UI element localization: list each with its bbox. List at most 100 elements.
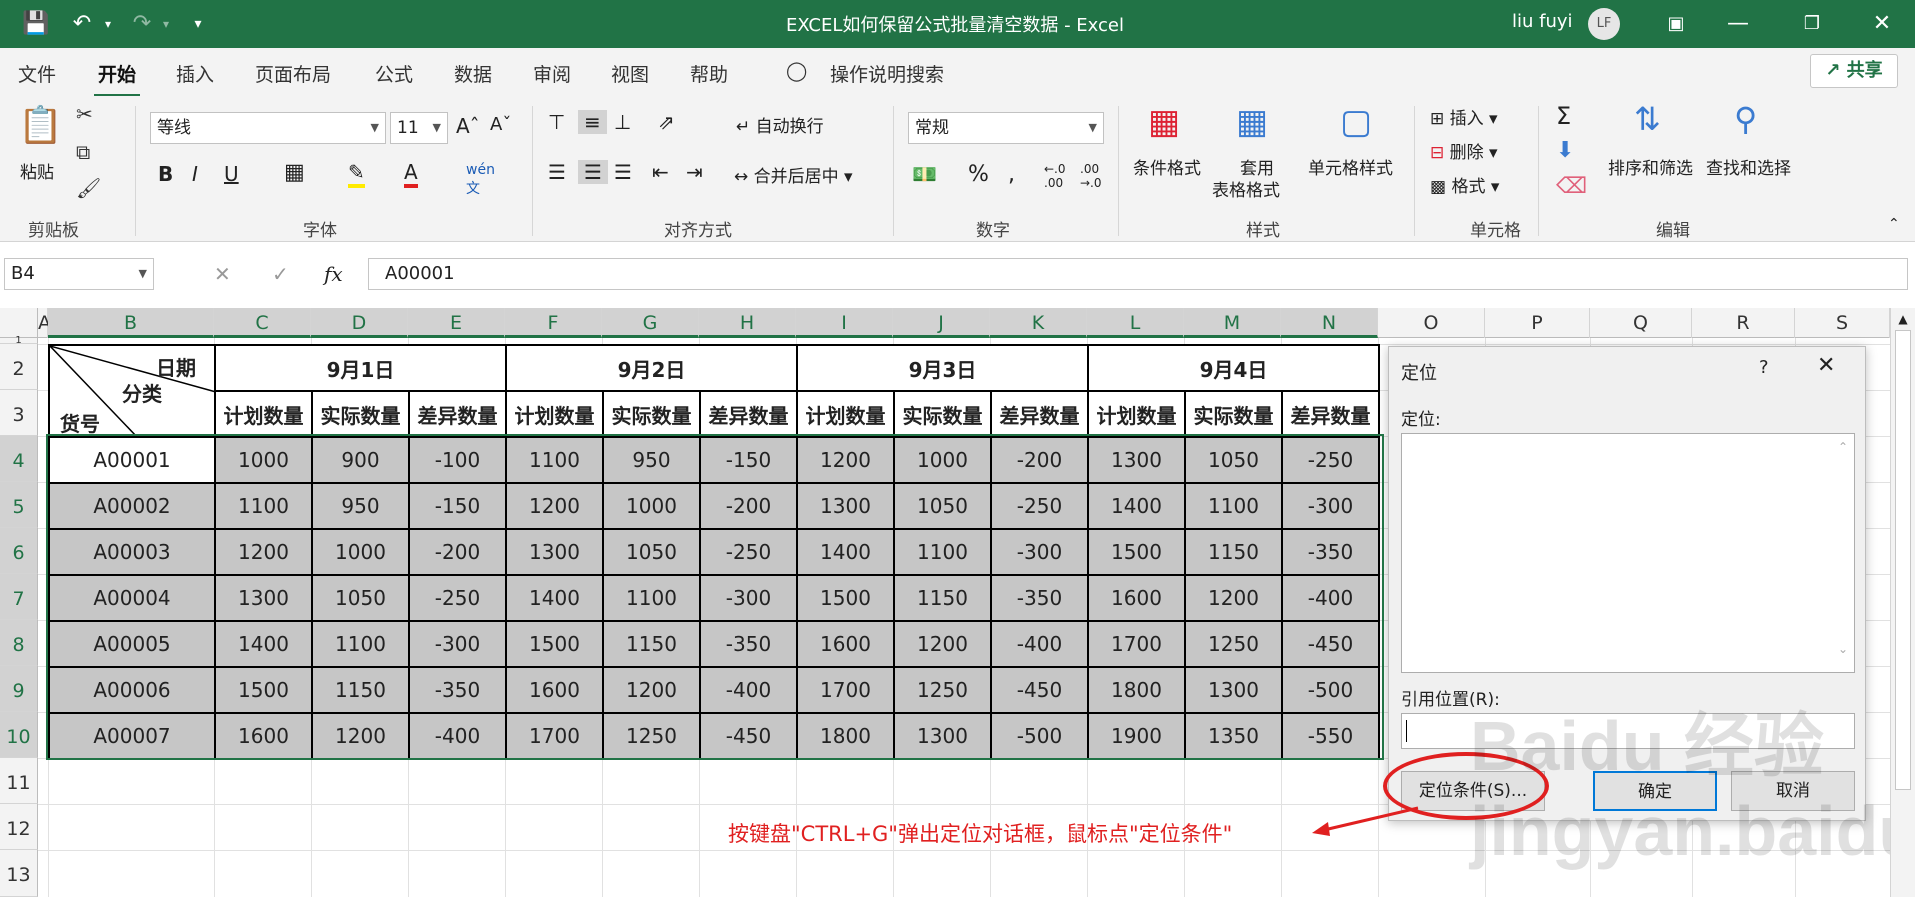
data-cell[interactable]: 1200 — [505, 482, 604, 530]
align-bottom-icon[interactable]: ⊥ — [614, 110, 631, 134]
data-cell[interactable]: 1050 — [893, 482, 992, 530]
row-header-4[interactable]: 4 — [0, 436, 38, 482]
diagonal-header-cell[interactable]: 日期 分类 货号 — [48, 344, 216, 438]
phonetic-icon[interactable]: wén 文 — [466, 162, 495, 198]
tell-me-search[interactable]: 操作说明搜索 — [830, 60, 944, 87]
data-cell[interactable]: 1400 — [1087, 482, 1186, 530]
scroll-thumb[interactable] — [1895, 330, 1911, 790]
data-cell[interactable]: 1050 — [1184, 436, 1283, 484]
subheader-cell[interactable]: 差异数量 — [1281, 390, 1380, 438]
orientation-icon[interactable]: ⇗ — [658, 110, 675, 134]
item-id-cell[interactable]: A00002 — [48, 482, 216, 530]
column-header-S[interactable]: S — [1795, 308, 1890, 338]
paste-icon[interactable]: 📋 — [18, 104, 63, 154]
subheader-cell[interactable]: 差异数量 — [408, 390, 507, 438]
data-cell[interactable]: -350 — [1281, 528, 1380, 576]
vertical-scrollbar[interactable]: ▲ — [1890, 308, 1915, 897]
conditional-format-button[interactable]: 条件格式 — [1133, 154, 1201, 179]
data-cell[interactable]: 1100 — [893, 528, 992, 576]
percent-icon[interactable]: % — [968, 162, 989, 187]
data-cell[interactable]: 1700 — [505, 712, 604, 760]
row-header-10[interactable]: 10 — [0, 712, 38, 758]
data-cell[interactable]: -250 — [699, 528, 798, 576]
data-cell[interactable]: -500 — [990, 712, 1089, 760]
data-cell[interactable]: 1500 — [796, 574, 895, 622]
paste-button[interactable]: 粘贴 — [20, 158, 54, 183]
data-cell[interactable]: 1200 — [214, 528, 313, 576]
data-cell[interactable]: 1200 — [311, 712, 410, 760]
align-left-icon[interactable]: ☰ — [548, 160, 566, 184]
minimize-icon[interactable]: — — [1722, 8, 1754, 40]
data-cell[interactable]: -250 — [990, 482, 1089, 530]
close-icon[interactable]: ✕ — [1866, 8, 1898, 40]
data-cell[interactable]: -450 — [699, 712, 798, 760]
share-button[interactable]: ↗ 共享 — [1810, 54, 1898, 88]
italic-icon[interactable]: I — [192, 162, 198, 186]
data-cell[interactable]: 1100 — [1184, 482, 1283, 530]
align-center-icon[interactable]: ☰ — [578, 160, 608, 184]
sort-filter-icon[interactable]: ⇅ — [1634, 100, 1661, 138]
data-cell[interactable]: 1250 — [602, 712, 701, 760]
copy-icon[interactable]: ⧉ — [76, 140, 90, 164]
data-cell[interactable]: 1100 — [311, 620, 410, 668]
tab-home[interactable]: 开始 — [93, 60, 141, 97]
column-header-M[interactable]: M — [1184, 308, 1281, 338]
column-header-L[interactable]: L — [1087, 308, 1184, 338]
table-format-button[interactable]: 表格格式 — [1212, 176, 1280, 201]
insert-function-icon[interactable]: fx — [324, 262, 343, 286]
item-id-cell[interactable]: A00004 — [48, 574, 216, 622]
cell-style-icon[interactable]: ▢ — [1340, 102, 1372, 142]
column-header-G[interactable]: G — [602, 308, 699, 338]
item-id-cell[interactable]: A00006 — [48, 666, 216, 714]
column-header-C[interactable]: C — [214, 308, 311, 338]
subheader-cell[interactable]: 实际数量 — [1184, 390, 1283, 438]
item-id-cell[interactable]: A00007 — [48, 712, 216, 760]
data-cell[interactable]: 1500 — [214, 666, 313, 714]
data-cell[interactable]: 1500 — [505, 620, 604, 668]
row-header-2[interactable]: 2 — [0, 344, 38, 390]
help-icon[interactable]: ? — [1759, 357, 1769, 378]
data-cell[interactable]: -150 — [699, 436, 798, 484]
ribbon-display-icon[interactable]: ▣ — [1660, 8, 1692, 40]
data-cell[interactable]: 1150 — [602, 620, 701, 668]
accounting-format-icon[interactable]: 💵 — [912, 162, 937, 186]
comma-style-icon[interactable]: , — [1008, 162, 1015, 187]
subheader-cell[interactable]: 实际数量 — [893, 390, 992, 438]
data-cell[interactable]: 1100 — [602, 574, 701, 622]
underline-icon[interactable]: U — [224, 162, 239, 186]
column-header-A[interactable]: A — [38, 308, 51, 338]
tab-data[interactable]: 数据 — [454, 60, 492, 87]
column-header-Q[interactable]: Q — [1590, 308, 1692, 338]
data-cell[interactable]: 1300 — [796, 482, 895, 530]
fill-icon[interactable]: ⬇ — [1556, 138, 1574, 163]
autosum-icon[interactable]: Σ — [1556, 102, 1571, 130]
list-scrollbar[interactable]: ⌃ ⌄ — [1832, 434, 1854, 672]
data-cell[interactable]: 1250 — [893, 666, 992, 714]
row-header-9[interactable]: 9 — [0, 666, 38, 712]
column-header-J[interactable]: J — [893, 308, 990, 338]
data-cell[interactable]: 1100 — [505, 436, 604, 484]
increase-indent-icon[interactable]: ⇥ — [686, 160, 703, 184]
column-header-D[interactable]: D — [311, 308, 408, 338]
data-cell[interactable]: 1000 — [893, 436, 992, 484]
font-name-select[interactable]: 等线 ▼ — [150, 112, 386, 144]
scroll-up-icon[interactable]: ▲ — [1891, 312, 1915, 326]
align-middle-icon[interactable]: ≡ — [578, 110, 607, 134]
row-header-5[interactable]: 5 — [0, 482, 38, 528]
delete-cells-button[interactable]: ⊟ 删除 ▾ — [1430, 138, 1498, 163]
data-cell[interactable]: -550 — [1281, 712, 1380, 760]
data-cell[interactable]: -300 — [1281, 482, 1380, 530]
column-header-F[interactable]: F — [505, 308, 602, 338]
data-cell[interactable]: 1050 — [602, 528, 701, 576]
item-id-cell[interactable]: A00001 — [48, 436, 216, 484]
data-cell[interactable]: 1200 — [602, 666, 701, 714]
find-select-button[interactable]: 查找和选择 — [1706, 154, 1791, 179]
tab-formulas[interactable]: 公式 — [375, 60, 413, 87]
save-icon[interactable]: 💾 — [20, 8, 52, 40]
data-cell[interactable]: 1600 — [505, 666, 604, 714]
increase-decimal-icon[interactable]: ←.0.00 — [1044, 162, 1066, 190]
name-box[interactable]: B4 ▼ — [4, 258, 154, 290]
data-cell[interactable]: -400 — [699, 666, 798, 714]
date-header[interactable]: 9月3日 — [796, 344, 1089, 392]
item-id-cell[interactable]: A00005 — [48, 620, 216, 668]
